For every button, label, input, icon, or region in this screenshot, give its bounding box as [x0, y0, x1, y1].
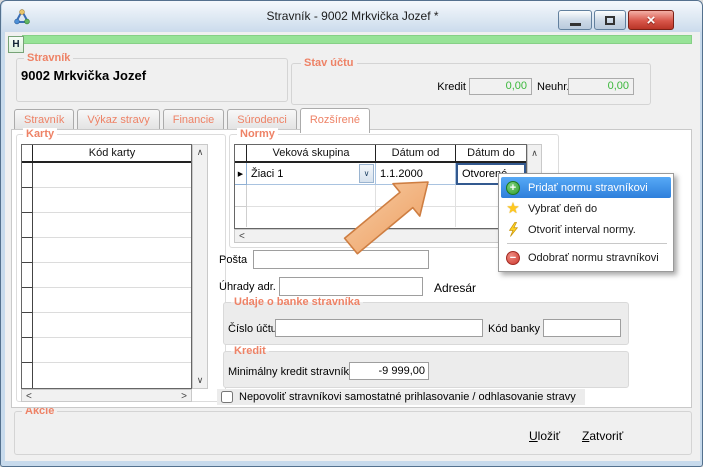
context-menu: + Pridať normu stravníkovi ★ Vybrať deň …	[498, 173, 674, 272]
cislo-uctu-label: Číslo účtu	[228, 323, 277, 335]
cislo-uctu-input[interactable]	[275, 319, 483, 337]
karty-column-header: Kód karty	[33, 145, 191, 161]
tab-bar: Stravník Výkaz stravy Financie Súrodenci…	[14, 108, 370, 130]
self-signup-checkbox[interactable]	[221, 391, 233, 403]
lightning-icon	[504, 222, 522, 237]
scroll-up-icon[interactable]: ∧	[193, 148, 207, 157]
row-selector-icon: ▶	[235, 163, 247, 185]
scroll-left-icon[interactable]: <	[26, 391, 32, 402]
menu-item-label: Pridať normu stravníkovi	[528, 182, 648, 194]
vekova-skupina-value: Žiaci 1	[251, 168, 283, 180]
normy-empty-cell[interactable]	[247, 185, 376, 207]
scroll-up-icon[interactable]: ∧	[528, 149, 541, 158]
karty-header-selector	[22, 145, 33, 161]
tab-vykaz-stravy[interactable]: Výkaz stravy	[77, 109, 159, 130]
kredit-group-title: Kredit	[231, 345, 269, 357]
normy-horizontal-scrollbar[interactable]: <	[234, 229, 542, 243]
diner-name: 9002 Mrkvička Jozef	[21, 68, 146, 83]
tab-rozsirene[interactable]: Rozšírené	[300, 108, 370, 133]
dropdown-button[interactable]: ∨	[359, 164, 374, 183]
karty-group-title: Karty	[23, 128, 57, 140]
neuhr-label: Neuhr.	[537, 81, 569, 93]
karty-horizontal-scrollbar[interactable]: < >	[21, 389, 192, 402]
self-signup-label: Nepovoliť stravníkovi samostatné prihlas…	[239, 391, 576, 403]
maximize-button[interactable]	[594, 10, 626, 30]
normy-column-header: Veková skupina	[247, 145, 376, 161]
close-button[interactable]: ×	[628, 10, 674, 30]
save-button[interactable]: Uložiť	[529, 429, 560, 443]
menu-item-label: Otvoriť interval normy.	[528, 224, 636, 236]
add-icon: +	[504, 181, 522, 195]
scroll-left-icon[interactable]: <	[239, 231, 245, 242]
menu-item-vybrat-den[interactable]: ★ Vybrať deň do	[501, 198, 671, 219]
adresar-button[interactable]: Adresár	[434, 281, 476, 295]
uhrady-input[interactable]	[279, 277, 423, 296]
karty-empty-row[interactable]	[33, 288, 191, 313]
normy-column-header: Dátum do	[456, 145, 526, 161]
menu-item-odobrat-normu[interactable]: − Odobrať normu stravníkovi	[501, 247, 671, 268]
menu-item-label: Vybrať deň do	[528, 203, 597, 215]
stav-uctu-group-title: Stav účtu	[301, 57, 357, 69]
close-form-button[interactable]: Zatvoriť	[582, 429, 623, 443]
karty-empty-row[interactable]	[33, 163, 191, 188]
self-signup-option-row: Nepovoliť stravníkovi samostatné prihlas…	[217, 389, 585, 405]
stravnik-group-title: Stravník	[24, 52, 73, 64]
menu-item-label: Odobrať normu stravníkovi	[528, 252, 659, 264]
neuhr-value: 0,00	[568, 78, 634, 95]
kredit-value: 0,00	[469, 78, 532, 95]
normy-row-current: ▶ Žiaci 1 ∨ 1.1.2000 Otvorené	[235, 163, 526, 185]
star-icon: ★	[504, 202, 522, 216]
karty-empty-row[interactable]	[33, 263, 191, 288]
kod-banky-input[interactable]	[543, 319, 621, 337]
karty-empty-row[interactable]	[33, 188, 191, 213]
kod-banky-label: Kód banky	[488, 323, 540, 335]
kredit-label: Kredit	[391, 81, 466, 93]
karty-empty-row[interactable]	[33, 338, 191, 363]
normy-header-selector	[235, 145, 247, 161]
status-strip	[22, 35, 692, 44]
karty-vertical-scrollbar[interactable]: ∧ ∨	[192, 144, 208, 389]
minimize-button[interactable]	[558, 10, 592, 30]
close-icon: ×	[647, 13, 656, 28]
scroll-down-icon[interactable]: ∨	[193, 376, 207, 385]
maximize-icon	[605, 16, 615, 25]
min-kredit-label: Minimálny kredit stravníka	[228, 366, 355, 378]
scroll-right-icon[interactable]: >	[181, 391, 187, 402]
normy-group-title: Normy	[237, 128, 278, 140]
karty-empty-row[interactable]	[33, 213, 191, 238]
h-button[interactable]: H	[8, 36, 24, 53]
menu-item-otvorit-interval[interactable]: Otvoriť interval normy.	[501, 219, 671, 240]
title-bar: Stravník - 9002 Mrkvička Jozef * ×	[2, 1, 703, 32]
menu-separator	[507, 243, 667, 244]
karty-empty-row[interactable]	[33, 363, 191, 388]
normy-empty-cell[interactable]	[376, 207, 456, 227]
minimize-icon	[570, 23, 581, 26]
karty-empty-row[interactable]	[33, 313, 191, 338]
chevron-down-icon: ∨	[364, 169, 370, 178]
cell-datum-od[interactable]: 1.1.2000	[376, 163, 456, 185]
tab-financie[interactable]: Financie	[163, 109, 225, 130]
normy-empty-cell[interactable]	[376, 185, 456, 207]
posta-label: Pošta	[219, 254, 247, 266]
tab-stravnik[interactable]: Stravník	[14, 109, 74, 130]
normy-column-header: Dátum od	[376, 145, 456, 161]
karty-table: Kód karty	[21, 144, 192, 389]
menu-item-pridat-normu[interactable]: + Pridať normu stravníkovi	[501, 177, 671, 198]
remove-icon: −	[504, 251, 522, 265]
posta-input[interactable]	[253, 250, 429, 269]
min-kredit-input[interactable]	[349, 362, 429, 380]
karty-empty-row[interactable]	[33, 238, 191, 263]
banka-group-title: Udaje o banke stravníka	[231, 296, 363, 308]
normy-empty-cell[interactable]	[247, 207, 376, 227]
tab-surodenci[interactable]: Súrodenci	[227, 109, 297, 130]
uhrady-label: Úhrady adr.	[219, 281, 276, 293]
cell-vekova-skupina[interactable]: Žiaci 1 ∨	[247, 163, 376, 185]
app-window: Stravník - 9002 Mrkvička Jozef * × H Str…	[0, 0, 703, 467]
normy-table: Veková skupina Dátum od Dátum do ▶ Žiaci…	[234, 144, 527, 229]
